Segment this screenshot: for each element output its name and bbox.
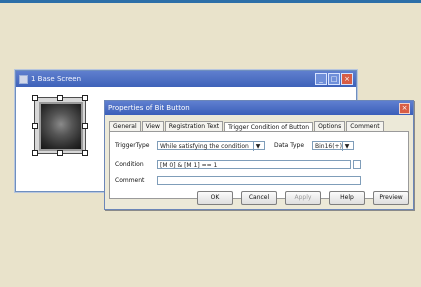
comment-input[interactable] (157, 175, 361, 185)
dialog-title: Properties of Bit Button (108, 104, 190, 112)
bit-button-face (39, 102, 83, 151)
tab-view[interactable]: View (141, 121, 164, 131)
resize-handle-left[interactable] (32, 123, 38, 129)
trigger-type-value: While satisfying the condition (160, 142, 249, 150)
minimize-icon[interactable]: _ (315, 73, 327, 85)
data-type-label: Data Type (274, 141, 305, 149)
dialog-close-icon[interactable]: × (399, 102, 410, 114)
dialog-tabs: General View Registration Text Trigger C… (105, 115, 413, 132)
preview-button[interactable]: Preview (373, 191, 409, 205)
tab-general[interactable]: General (109, 121, 141, 131)
top-accent-line (0, 0, 421, 3)
dialog-titlebar[interactable]: Properties of Bit Button × (105, 101, 413, 115)
data-type-select[interactable]: Bin16(+) ▼ (312, 140, 354, 151)
resize-handle-top-left[interactable] (32, 95, 38, 101)
maximize-icon[interactable]: □ (328, 73, 340, 85)
close-icon[interactable]: × (341, 73, 353, 85)
base-screen-titlebar[interactable]: 1 Base Screen _ □ × (16, 71, 356, 87)
resize-handle-bottom-right[interactable] (82, 150, 88, 156)
comment-row: Comment (115, 174, 403, 186)
resize-handle-bottom[interactable] (57, 150, 63, 156)
trigger-type-select[interactable]: While satisfying the condition ▼ (157, 140, 265, 151)
trigger-condition-panel: TriggerType While satisfying the conditi… (109, 131, 409, 199)
condition-ellipsis-button[interactable] (353, 159, 361, 169)
tab-options[interactable]: Options (314, 121, 346, 131)
bit-button-object[interactable] (32, 95, 88, 156)
resize-handle-bottom-left[interactable] (32, 150, 38, 156)
properties-dialog: Properties of Bit Button × General View … (104, 100, 414, 210)
tab-registration-text[interactable]: Registration Text (164, 121, 224, 131)
help-button[interactable]: Help (329, 191, 365, 205)
ok-button[interactable]: OK (197, 191, 233, 205)
trigger-type-label: TriggerType (115, 141, 150, 149)
tab-comment[interactable]: Comment (346, 121, 384, 131)
resize-handle-right[interactable] (82, 123, 88, 129)
resize-handle-top[interactable] (57, 95, 63, 101)
dialog-buttons: OK Cancel Apply Help Preview (197, 191, 409, 205)
trigger-type-row: TriggerType While satisfying the conditi… (115, 139, 403, 151)
window-app-icon (19, 74, 28, 84)
dropdown-arrow-icon[interactable]: ▼ (253, 141, 262, 151)
condition-row: Condition [M 0] & [M 1] == 1 (115, 158, 403, 170)
data-type-value: Bin16(+) (315, 142, 342, 150)
comment-label: Comment (115, 176, 145, 184)
apply-button[interactable]: Apply (285, 191, 321, 205)
resize-handle-top-right[interactable] (82, 95, 88, 101)
condition-label: Condition (115, 160, 144, 168)
condition-input[interactable]: [M 0] & [M 1] == 1 (157, 159, 351, 169)
cancel-button[interactable]: Cancel (241, 191, 277, 205)
base-screen-title: 1 Base Screen (31, 75, 82, 83)
dropdown-arrow-icon[interactable]: ▼ (342, 141, 351, 151)
